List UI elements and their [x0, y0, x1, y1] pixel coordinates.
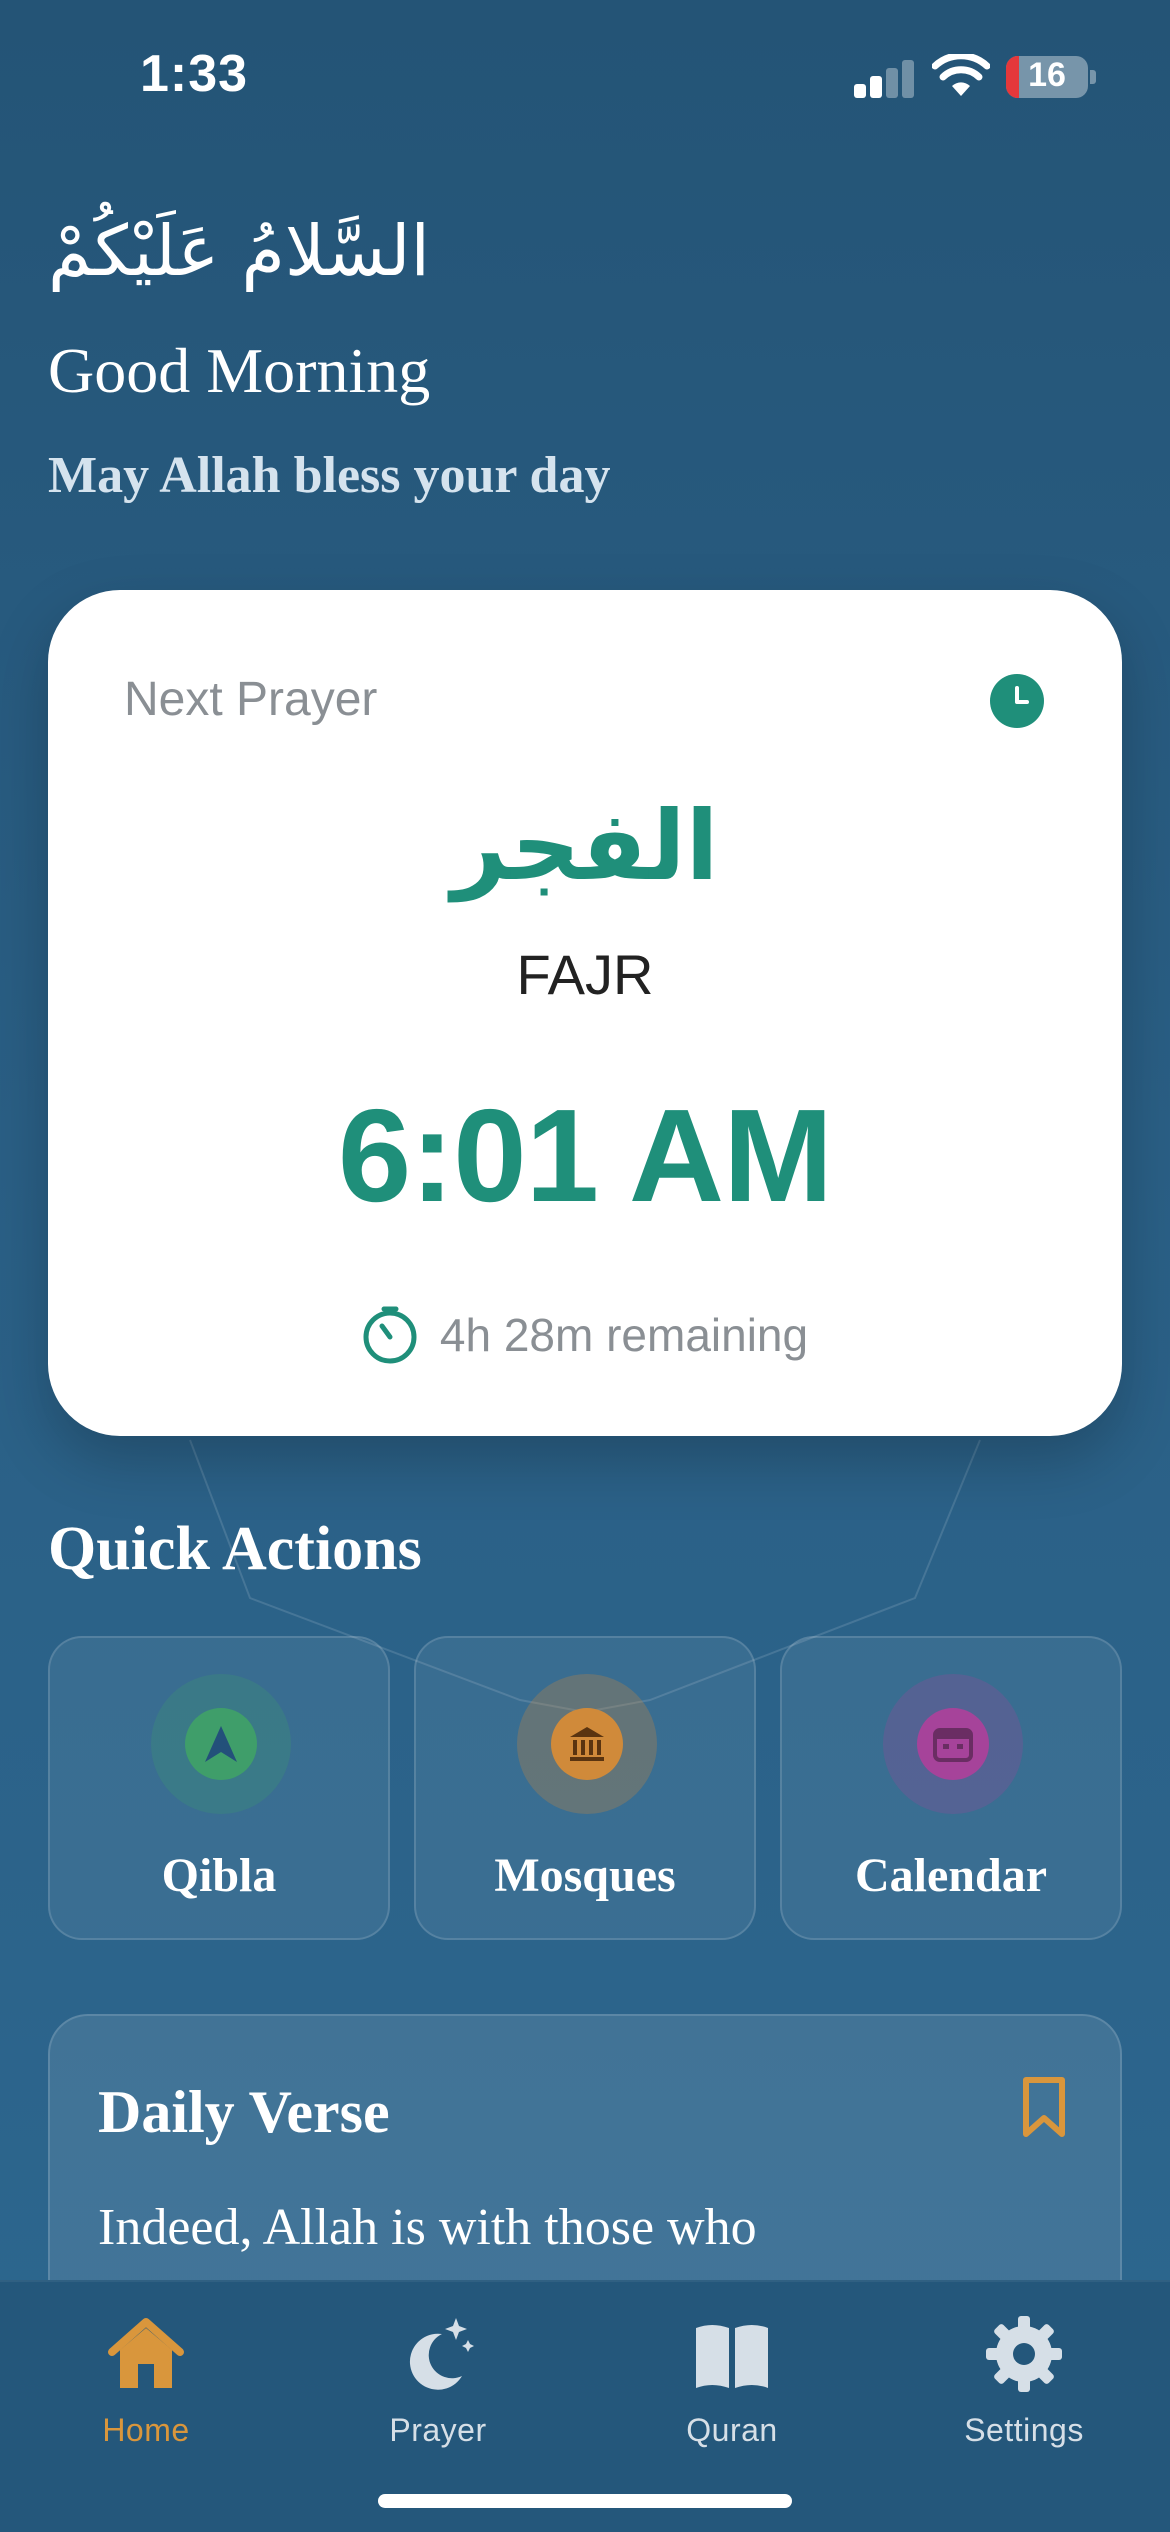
battery-percent: 16	[1028, 56, 1066, 94]
home-indicator[interactable]	[378, 2494, 792, 2508]
daily-verse-text: Indeed, Allah is with those who	[98, 2199, 757, 2256]
time-remaining: 4h 28m remaining	[48, 1300, 1122, 1370]
book-icon	[696, 2325, 768, 2388]
qibla-label: Qibla	[161, 1849, 277, 1902]
tab-settings[interactable]: Settings	[914, 2312, 1134, 2462]
time-remaining-text: 4h 28m remaining	[439, 1309, 809, 1361]
mosques-icon-bg	[517, 1674, 657, 1814]
qibla-button[interactable]: Qibla	[48, 1636, 390, 1940]
gear-icon	[986, 2316, 1062, 2392]
home-icon	[108, 2318, 184, 2388]
tab-settings-label: Settings	[964, 2412, 1084, 2448]
next-prayer-card[interactable]: Next Prayer الفجر FAJR 6:01 AM 4h 28m re…	[48, 590, 1122, 1436]
cellular-signal-icon	[854, 58, 916, 98]
prayer-name-english: FAJR	[516, 943, 654, 1006]
greeting-subtitle: May Allah bless your day	[48, 447, 611, 504]
greeting-title: Good Morning	[48, 335, 431, 406]
tab-home[interactable]: Home	[36, 2312, 256, 2462]
arabic-greeting: السَّلامُ عَلَيْكُمْ	[48, 210, 430, 292]
daily-verse-title: Daily Verse	[98, 2079, 390, 2145]
tab-quran-label: Quran	[686, 2412, 778, 2448]
tab-prayer-label: Prayer	[389, 2412, 487, 2448]
prayer-time: 6:01 AM	[337, 1082, 833, 1229]
tab-quran[interactable]: Quran	[622, 2312, 842, 2462]
battery-tip	[1090, 70, 1096, 84]
calendar-button[interactable]: Calendar	[780, 1636, 1122, 1940]
timer-icon	[363, 1306, 417, 1364]
wifi-icon	[932, 54, 990, 96]
calendar-icon	[917, 1708, 989, 1780]
mosques-label: Mosques	[494, 1849, 676, 1902]
bookmark-icon[interactable]	[1022, 2076, 1066, 2138]
battery-icon: 16	[1006, 56, 1088, 98]
mosque-icon	[551, 1708, 623, 1780]
calendar-label: Calendar	[855, 1849, 1047, 1902]
prayer-name-arabic: الفجر	[451, 790, 719, 902]
compass-arrow-icon	[185, 1708, 257, 1780]
quick-actions-title: Quick Actions	[48, 1515, 422, 1583]
clock-icon	[990, 674, 1044, 728]
mosques-button[interactable]: Mosques	[414, 1636, 756, 1940]
qibla-icon-bg	[151, 1674, 291, 1814]
status-bar: 1:33 16	[0, 0, 1170, 150]
status-time: 1:33	[140, 45, 249, 103]
tab-home-label: Home	[102, 2412, 190, 2448]
moon-stars-icon	[409, 2318, 474, 2390]
tab-prayer[interactable]: Prayer	[328, 2312, 548, 2462]
next-prayer-label: Next Prayer	[124, 673, 378, 726]
calendar-icon-bg	[883, 1674, 1023, 1814]
